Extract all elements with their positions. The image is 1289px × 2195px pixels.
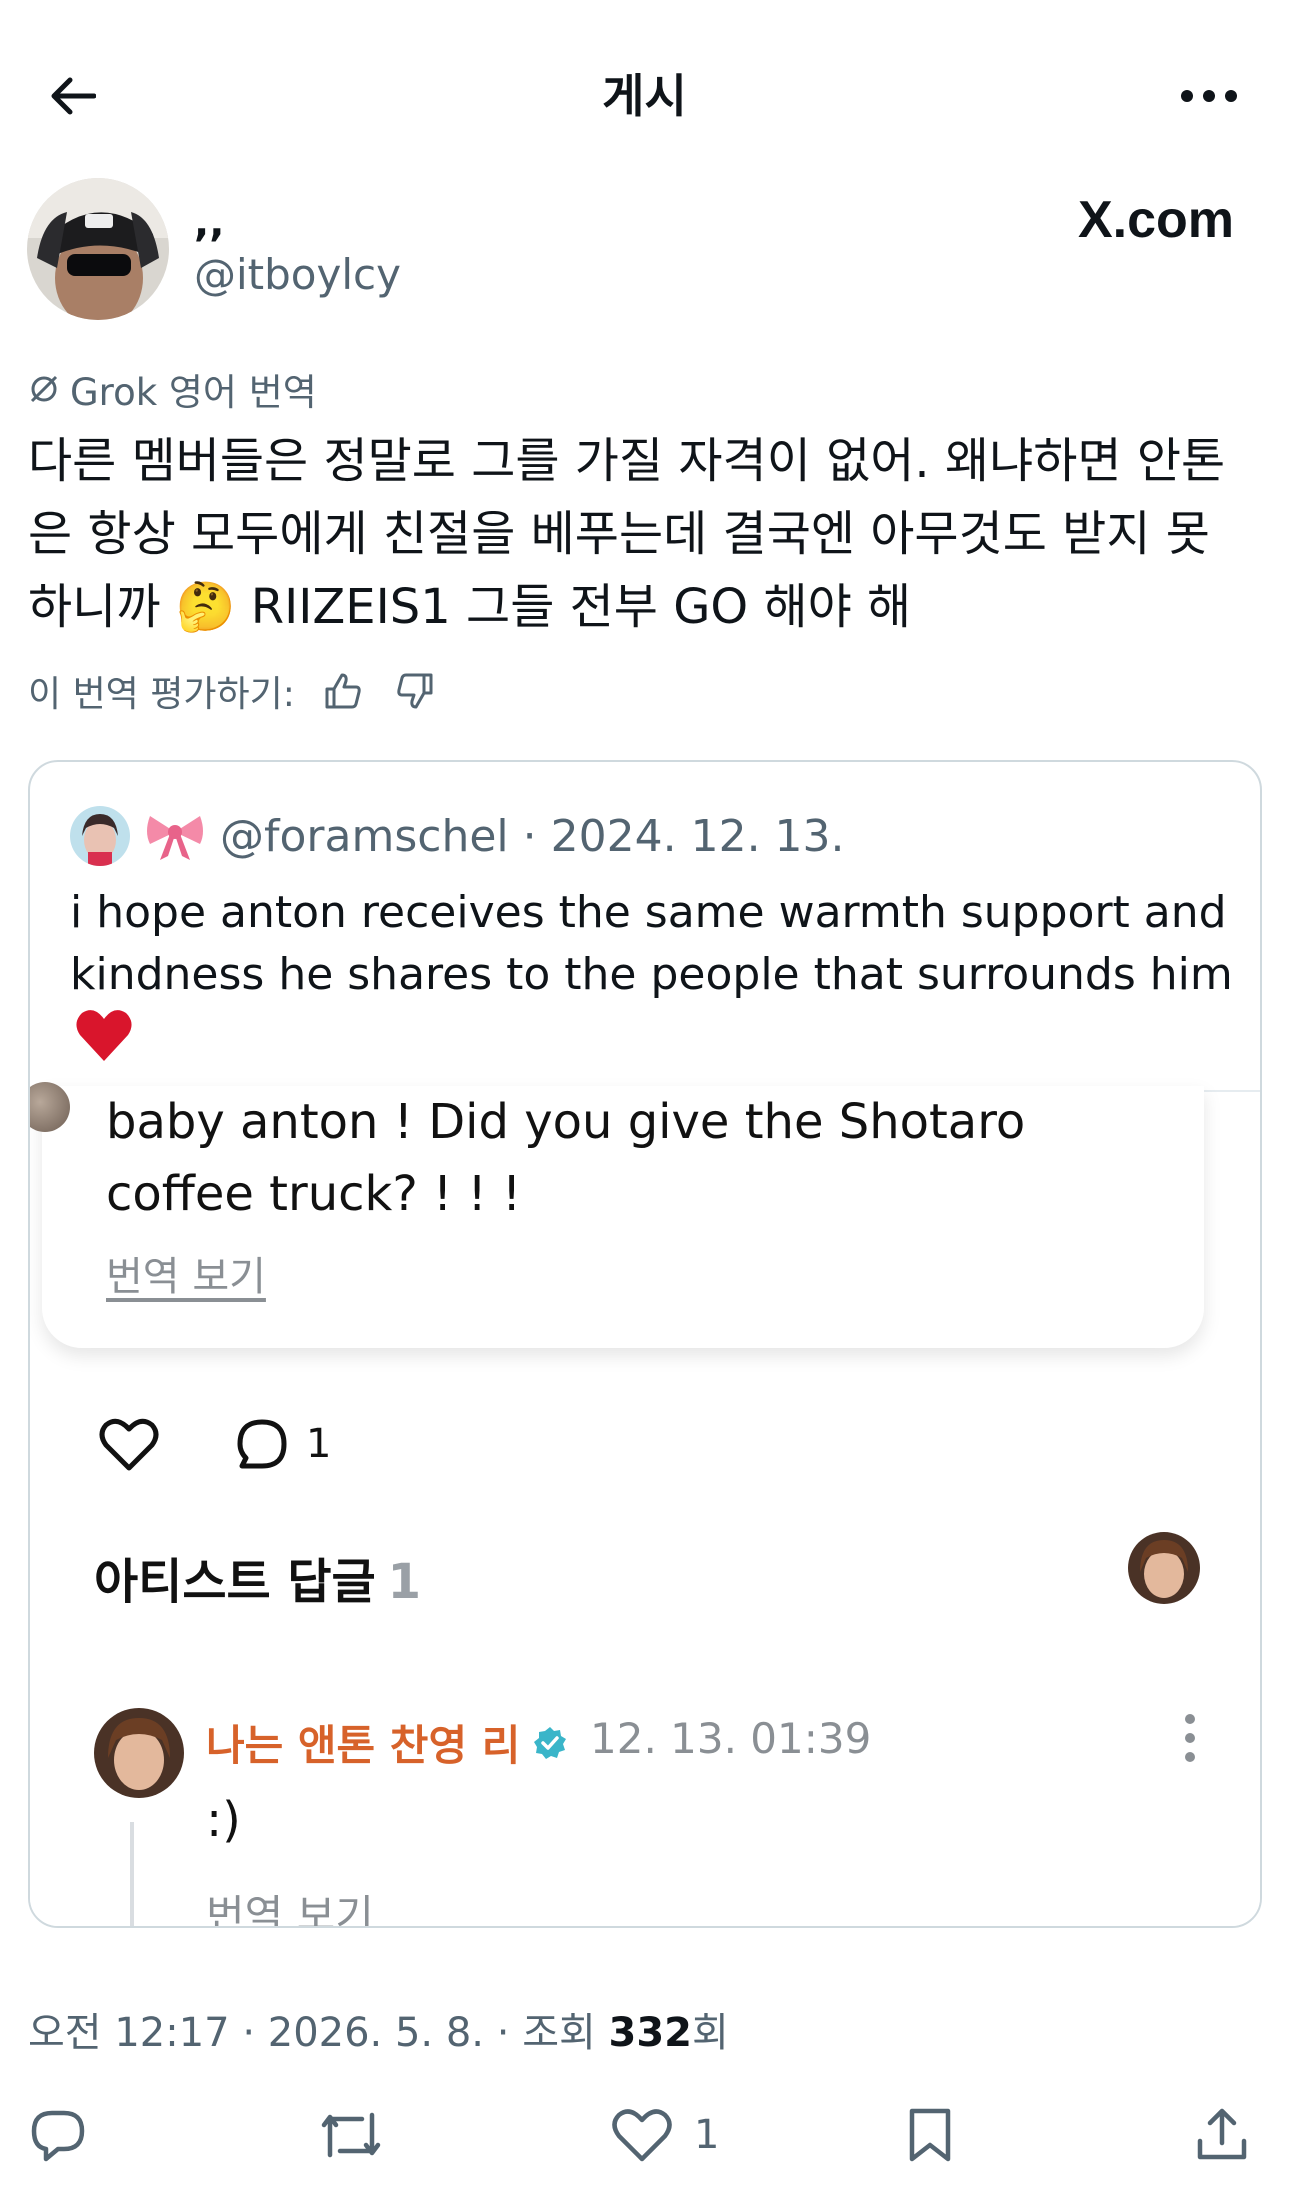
grok-translation-label: Grok 영어 번역 <box>28 362 317 416</box>
post-action-bar: 1 <box>0 2095 1289 2175</box>
quoted-post-text: i hope anton receives the same warmth su… <box>70 887 1233 1000</box>
bookmark-button[interactable] <box>902 2095 958 2175</box>
thumbs-down-icon <box>397 673 433 709</box>
verified-icon <box>534 1726 567 1759</box>
post-time: 오전 12:17 <box>28 2010 230 2056</box>
quoted-post-header: @foramschel · 2024. 12. 13. <box>70 806 845 866</box>
like-icon <box>612 2109 672 2162</box>
artist-reply-more-icon <box>1170 1706 1210 1770</box>
share-button[interactable] <box>1192 2095 1252 2175</box>
top-bar: 게시 <box>0 0 1289 180</box>
post-date: 2026. 5. 8. <box>267 2010 485 2056</box>
rate-translation-label: 이 번역 평가하기: <box>28 674 295 715</box>
page-title: 게시 <box>602 69 687 123</box>
artist-reply-avatar <box>94 1708 184 1798</box>
quoted-date: 2024. 12. 13. <box>550 810 845 862</box>
views-label: 조회 <box>522 2010 596 2056</box>
artist-reply-text: :) <box>206 1792 241 1848</box>
reply-thread-line <box>130 1822 134 1926</box>
share-icon <box>1197 2108 1247 2160</box>
quoted-author-avatar[interactable] <box>70 806 130 866</box>
artist-reply-translate-link: 번역 보기 <box>206 1891 374 1928</box>
thumbs-down-button[interactable] <box>391 667 439 715</box>
grok-icon <box>30 375 58 403</box>
artist-avatar-small <box>1128 1532 1200 1604</box>
artist-replies-label: 아티스트 답글 <box>94 1554 376 1610</box>
grok-translation-text: Grok 영어 번역 <box>70 371 317 414</box>
quoted-author-handle[interactable]: @foramschel <box>220 811 509 862</box>
comment-reply-count: 1 <box>306 1421 332 1467</box>
bow-icon <box>147 816 203 860</box>
x-com-badge: X.com <box>1077 191 1234 249</box>
rate-translation: 이 번역 평가하기: <box>28 665 439 717</box>
heart-icon <box>99 1418 159 1471</box>
post-text: 다른 멤버들은 정말로 그를 가질 자격이 없어. 왜냐하면 안톤은 항상 모두… <box>28 433 1226 635</box>
comment-like <box>94 1412 164 1476</box>
comment-replies: 1 <box>234 1416 331 1472</box>
reply-icon <box>31 2110 85 2162</box>
artist-reply-time: 12. 13. 01:39 <box>590 1714 872 1763</box>
bookmark-icon <box>909 2108 951 2162</box>
quoted-separator: · <box>522 810 537 862</box>
fan-comment-translate-link: 번역 보기 <box>106 1254 266 1300</box>
artist-replies-heading: 아티스트 답글 1 <box>94 1542 421 1612</box>
author-display-name[interactable]: ,, <box>194 200 224 246</box>
artist-name-text: 나는 앤톤 찬영 리 <box>206 1721 521 1770</box>
comment-actions: 1 <box>94 1412 331 1476</box>
more-icon <box>1181 90 1237 102</box>
like-button[interactable]: 1 <box>610 2095 719 2175</box>
repost-button[interactable] <box>316 2095 386 2175</box>
thumbs-up-icon <box>325 673 361 709</box>
views-suffix: 회 <box>692 2010 729 2056</box>
quoted-media-image[interactable]: baby anton ! Did you give the Shotaro co… <box>30 1082 1260 1928</box>
reply-button[interactable] <box>28 2095 88 2175</box>
artist-replies-count: 1 <box>387 1554 422 1610</box>
like-count: 1 <box>694 2112 720 2158</box>
fan-comment-text: baby anton ! Did you give the Shotaro co… <box>106 1094 1026 1222</box>
quoted-post[interactable]: @foramschel · 2024. 12. 13. i hope anton… <box>28 760 1262 1928</box>
views-count: 332 <box>608 2010 693 2056</box>
red-heart-icon <box>74 1007 134 1067</box>
comment-bubble: baby anton ! Did you give the Shotaro co… <box>42 1086 1204 1348</box>
post-meta: 오전 12:17 · 2026. 5. 8. · 조회 332회 <box>28 2010 729 2056</box>
comment-icon <box>237 1419 287 1469</box>
artist-reply-name: 나는 앤톤 찬영 리 <box>206 1712 568 1773</box>
author-avatar[interactable] <box>27 178 169 320</box>
more-options-button[interactable] <box>1169 68 1249 124</box>
repost-icon <box>321 2112 381 2158</box>
thumbs-up-button[interactable] <box>319 667 367 715</box>
author-handle[interactable]: @itboylcy <box>194 250 401 299</box>
